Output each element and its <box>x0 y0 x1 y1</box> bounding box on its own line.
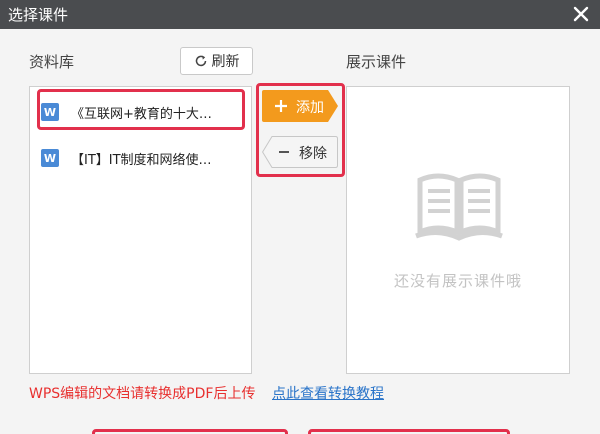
word-document-icon: W <box>41 149 59 167</box>
highlight-box <box>92 429 288 434</box>
dialog-title: 选择课件 <box>8 6 69 24</box>
refresh-button[interactable]: 刷新 <box>180 47 253 75</box>
upload-notice: WPS编辑的文档请转换成PDF后上传 <box>29 386 256 402</box>
open-book-icon <box>415 173 503 241</box>
empty-message: 还没有展示课件哦 <box>393 272 522 290</box>
file-item[interactable]: W 【IT】IT制度和网络使… <box>41 143 241 173</box>
close-icon[interactable] <box>570 3 592 25</box>
highlight-box <box>308 429 510 434</box>
refresh-label: 刷新 <box>211 54 240 70</box>
plus-icon <box>275 100 287 112</box>
library-list: W 《互联网+教育的十大… W 【IT】IT制度和网络使… <box>29 86 252 374</box>
showcase-label: 展示课件 <box>346 53 407 71</box>
file-item[interactable]: W 《互联网+教育的十大… <box>41 97 241 127</box>
conversion-tutorial-link[interactable]: 点此查看转换教程 <box>272 383 384 403</box>
title-bar: 选择课件 <box>0 0 600 29</box>
refresh-icon <box>195 55 206 67</box>
minus-icon <box>279 151 289 153</box>
library-label: 资料库 <box>29 53 75 71</box>
remove-button[interactable]: 移除 <box>262 136 338 168</box>
remove-label: 移除 <box>299 146 327 162</box>
add-label: 添加 <box>296 100 324 116</box>
word-document-icon: W <box>41 103 59 121</box>
file-name: 【IT】IT制度和网络使… <box>71 152 212 168</box>
add-button[interactable]: 添加 <box>262 90 338 122</box>
file-name: 《互联网+教育的十大… <box>71 106 212 122</box>
